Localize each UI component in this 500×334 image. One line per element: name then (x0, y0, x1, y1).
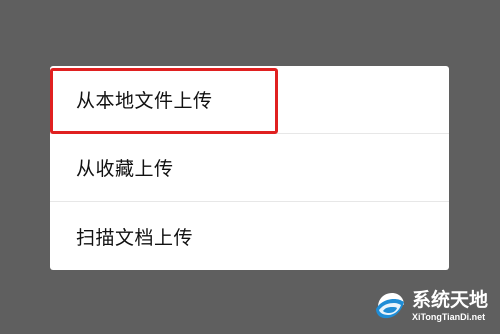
menu-item-label: 扫描文档上传 (76, 226, 194, 249)
watermark: 系统天地 XiTongTianDi.net (370, 284, 492, 328)
menu-item-scan-document-upload[interactable]: 扫描文档上传 (50, 202, 449, 270)
menu-item-label: 从本地文件上传 (76, 90, 213, 112)
system-tiandi-logo-icon (370, 287, 408, 325)
watermark-title: 系统天地 (412, 288, 489, 311)
upload-options-menu: 从本地文件上传 从收藏上传 扫描文档上传 (50, 66, 449, 270)
menu-item-upload-from-favorites[interactable]: 从收藏上传 (50, 134, 449, 202)
menu-item-upload-local-file[interactable]: 从本地文件上传 (50, 66, 449, 134)
watermark-text: 系统天地 XiTongTianDi.net (412, 288, 489, 322)
watermark-subtitle: XiTongTianDi.net (412, 311, 486, 322)
menu-item-label: 从收藏上传 (76, 158, 174, 180)
